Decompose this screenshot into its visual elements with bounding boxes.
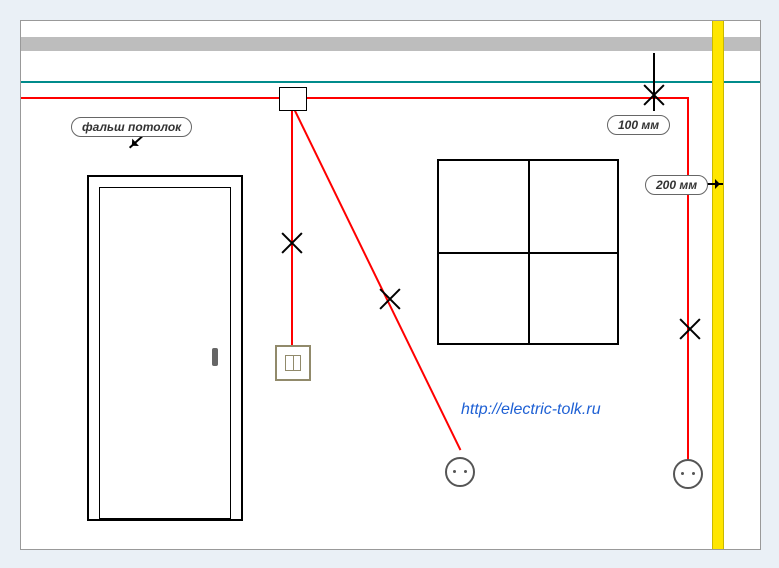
door (87, 175, 243, 521)
power-socket (445, 457, 475, 487)
door-leaf (99, 187, 231, 519)
window (437, 159, 619, 345)
wire-drop-right (687, 97, 689, 465)
wire-drop-switch (291, 109, 293, 347)
source-url: http://electric-tolk.ru (461, 401, 601, 419)
wire-main-horizontal (21, 97, 689, 99)
door-handle-icon (212, 348, 218, 366)
label-false-ceiling: фальш потолок (71, 117, 192, 137)
wiring-diagram: фальш потолок 100 мм 200 мм http://elect… (20, 20, 761, 550)
cross-mark-icon (675, 315, 703, 343)
power-socket (673, 459, 703, 489)
dimension-arrow-100 (653, 53, 655, 111)
cross-mark-icon (375, 285, 403, 313)
cross-mark-icon (277, 229, 305, 257)
label-200mm: 200 мм (645, 175, 708, 195)
light-switch (275, 345, 311, 381)
ceiling-slab (21, 37, 760, 51)
wall-corner-strip (712, 21, 724, 549)
label-100mm: 100 мм (607, 115, 670, 135)
junction-box (279, 87, 307, 111)
